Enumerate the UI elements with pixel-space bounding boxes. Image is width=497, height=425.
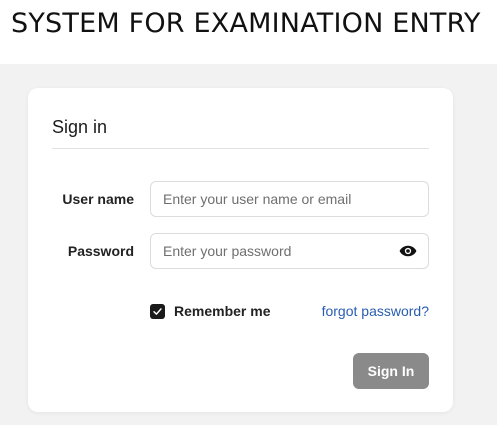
eye-icon[interactable] <box>399 245 417 257</box>
username-label: User name <box>62 191 134 207</box>
forgot-password-link[interactable]: forgot password? <box>322 303 429 319</box>
password-input[interactable] <box>150 233 429 269</box>
app-header: SYSTEM FOR EXAMINATION ENTRY <box>0 0 497 64</box>
remember-me-label: Remember me <box>174 303 271 319</box>
username-input[interactable] <box>150 181 429 217</box>
card-divider <box>52 148 429 149</box>
remember-me-toggle[interactable]: Remember me <box>150 303 271 319</box>
login-card: Sign in User name Password Remember me f… <box>28 88 453 412</box>
sign-in-button[interactable]: Sign In <box>353 353 429 389</box>
checkmark-icon <box>153 307 162 315</box>
login-card-title: Sign in <box>52 117 108 137</box>
app-title: SYSTEM FOR EXAMINATION ENTRY <box>11 8 481 39</box>
password-label: Password <box>67 243 134 259</box>
remember-me-checkbox[interactable] <box>150 303 165 319</box>
